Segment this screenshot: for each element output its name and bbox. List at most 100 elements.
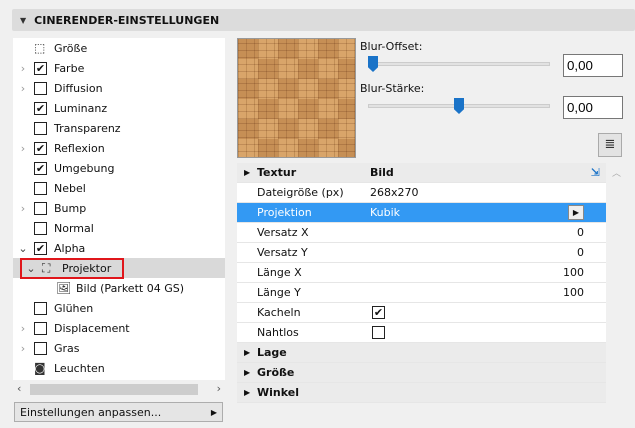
tree-item[interactable]: Nebel <box>13 178 225 198</box>
property-value[interactable]: 0 <box>577 226 584 239</box>
property-row[interactable]: Länge X 100 <box>237 263 606 283</box>
checkbox[interactable] <box>34 301 47 315</box>
chevron-right-icon[interactable]: › <box>18 322 28 335</box>
tree-item[interactable]: › ✔ Reflexion <box>13 138 225 158</box>
texture-preview <box>237 38 356 158</box>
cinerender-settings-header[interactable]: ▼ CINERENDER-EINSTELLUNGEN <box>12 9 635 31</box>
tree-item-label: Gras <box>54 341 80 355</box>
group-row[interactable]: ▶ Lage <box>237 343 606 363</box>
tree-item-label: Transparenz <box>54 121 121 135</box>
chevron-right-icon[interactable]: › <box>18 62 28 75</box>
property-value[interactable]: 100 <box>563 266 584 279</box>
property-value[interactable]: 100 <box>563 286 584 299</box>
expand-triangle-icon: ▶ <box>244 368 251 377</box>
blur-strength-thumb[interactable] <box>454 98 464 114</box>
property-value[interactable]: Kubik <box>370 206 400 219</box>
tree-item[interactable]: ⌄ ✔ Alpha <box>13 238 225 258</box>
vertical-scrollbar[interactable]: ︿ <box>608 163 625 425</box>
property-row[interactable]: Länge Y 100 <box>237 283 606 303</box>
blur-offset-thumb[interactable] <box>368 56 378 72</box>
checkbox[interactable]: ✔ <box>34 61 47 75</box>
chevron-down-icon[interactable]: ⌄ <box>18 242 28 255</box>
group-label: Winkel <box>257 386 299 399</box>
tree-item-label: Diffusion <box>54 81 103 95</box>
property-row[interactable]: Versatz Y 0 <box>237 243 606 263</box>
import-settings-button[interactable]: ≣ <box>598 133 622 157</box>
tree-item[interactable]: › Diffusion <box>13 78 225 98</box>
scrollbar-thumb[interactable] <box>30 384 198 395</box>
tree-item[interactable]: ✔ Luminanz <box>13 98 225 118</box>
expand-triangle-icon: ▶ <box>244 348 251 357</box>
property-row[interactable]: Kacheln ✔ <box>237 303 606 323</box>
chevron-right-icon[interactable]: › <box>18 342 28 355</box>
load-texture-icon[interactable]: ⇲ <box>591 166 600 179</box>
tree-item[interactable]: › Bump <box>13 198 225 218</box>
property-checkbox[interactable] <box>372 326 385 339</box>
property-label: Dateigröße (px) <box>257 186 344 199</box>
tree-item[interactable]: ⬚ Größe <box>13 38 225 58</box>
highlight-box <box>20 258 124 279</box>
tree-item[interactable]: › Displacement <box>13 318 225 338</box>
property-row[interactable]: Dateigröße (px) 268x270 <box>237 183 606 203</box>
group-row[interactable]: ▶ Winkel <box>237 383 606 403</box>
scroll-up-icon[interactable]: ︿ <box>612 166 621 179</box>
property-checkbox[interactable]: ✔ <box>372 306 385 319</box>
property-label: Versatz Y <box>257 246 308 259</box>
property-label: Nahtlos <box>257 326 299 339</box>
tree-item[interactable]: ✔ Umgebung <box>13 158 225 178</box>
chevron-right-icon[interactable]: › <box>18 82 28 95</box>
property-value[interactable]: 0 <box>577 246 584 259</box>
property-row[interactable]: Projektion Kubik ▶ <box>237 203 606 223</box>
blur-offset-slider[interactable] <box>368 62 550 66</box>
textur-label: Textur <box>257 166 297 179</box>
blur-strength-input[interactable] <box>563 96 623 119</box>
scroll-left-icon[interactable]: ‹ <box>17 382 21 395</box>
tree-item-label: Umgebung <box>54 161 115 175</box>
checkbox[interactable] <box>34 321 47 335</box>
chevron-right-icon[interactable]: › <box>18 142 28 155</box>
tree-item-label: Alpha <box>54 241 86 255</box>
checkbox[interactable] <box>34 221 47 235</box>
settings-customize-button[interactable]: Einstellungen anpassen... ▶ <box>14 402 223 422</box>
checkbox[interactable] <box>34 121 47 135</box>
tree-item[interactable]: › ✔ Farbe <box>13 58 225 78</box>
group-row[interactable]: ▶ Größe <box>237 363 606 383</box>
list-import-icon: ≣ <box>604 137 616 152</box>
property-label: Versatz X <box>257 226 309 239</box>
collapse-triangle-icon: ▼ <box>20 15 27 25</box>
property-row[interactable]: Nahtlos <box>237 323 606 343</box>
checkbox[interactable]: ✔ <box>34 141 47 155</box>
checkbox[interactable] <box>34 201 47 215</box>
checkbox[interactable] <box>34 341 47 355</box>
checkbox[interactable]: ✔ <box>34 241 47 255</box>
group-label: Größe <box>257 366 295 379</box>
tree-item[interactable]: 🖼 Bild (Parkett 04 GS) <box>13 278 225 298</box>
checkbox[interactable]: ✔ <box>34 101 47 115</box>
blur-offset-label: Blur-Offset: <box>360 40 423 53</box>
blur-offset-input[interactable] <box>563 54 623 77</box>
group-label: Lage <box>257 346 287 359</box>
scroll-right-icon[interactable]: › <box>217 382 221 395</box>
checkbox[interactable] <box>34 181 47 195</box>
panel-title: CINERENDER-EINSTELLUNGEN <box>34 13 220 27</box>
tree-item[interactable]: ⌄ ⛶ Projektor <box>13 258 225 279</box>
property-label: Projektion <box>257 206 312 219</box>
tree-item[interactable]: Glühen <box>13 298 225 318</box>
checkbox[interactable]: ✔ <box>34 161 47 175</box>
tree-item[interactable]: › Gras <box>13 338 225 358</box>
tree-item-label: Bild (Parkett 04 GS) <box>76 281 184 295</box>
tree-item-label: Bump <box>54 201 87 215</box>
tree-item[interactable]: ◙ Leuchten <box>13 358 225 378</box>
checkbox[interactable] <box>34 81 47 95</box>
property-row[interactable]: Versatz X 0 <box>237 223 606 243</box>
light-icon: ◙ <box>34 361 46 375</box>
tree-item-label: Leuchten <box>54 361 105 375</box>
tree-item[interactable]: Normal <box>13 218 225 238</box>
chevron-right-icon[interactable]: › <box>18 202 28 215</box>
tree-item[interactable]: Transparenz <box>13 118 225 138</box>
tree-item-label: Normal <box>54 221 94 235</box>
textur-group-row[interactable]: ▶ Textur Bild ⇲ <box>237 163 606 183</box>
property-value[interactable]: 268x270 <box>370 186 419 199</box>
dropdown-arrow-button[interactable]: ▶ <box>568 205 584 220</box>
horizontal-scrollbar[interactable]: ‹ › <box>13 382 225 397</box>
